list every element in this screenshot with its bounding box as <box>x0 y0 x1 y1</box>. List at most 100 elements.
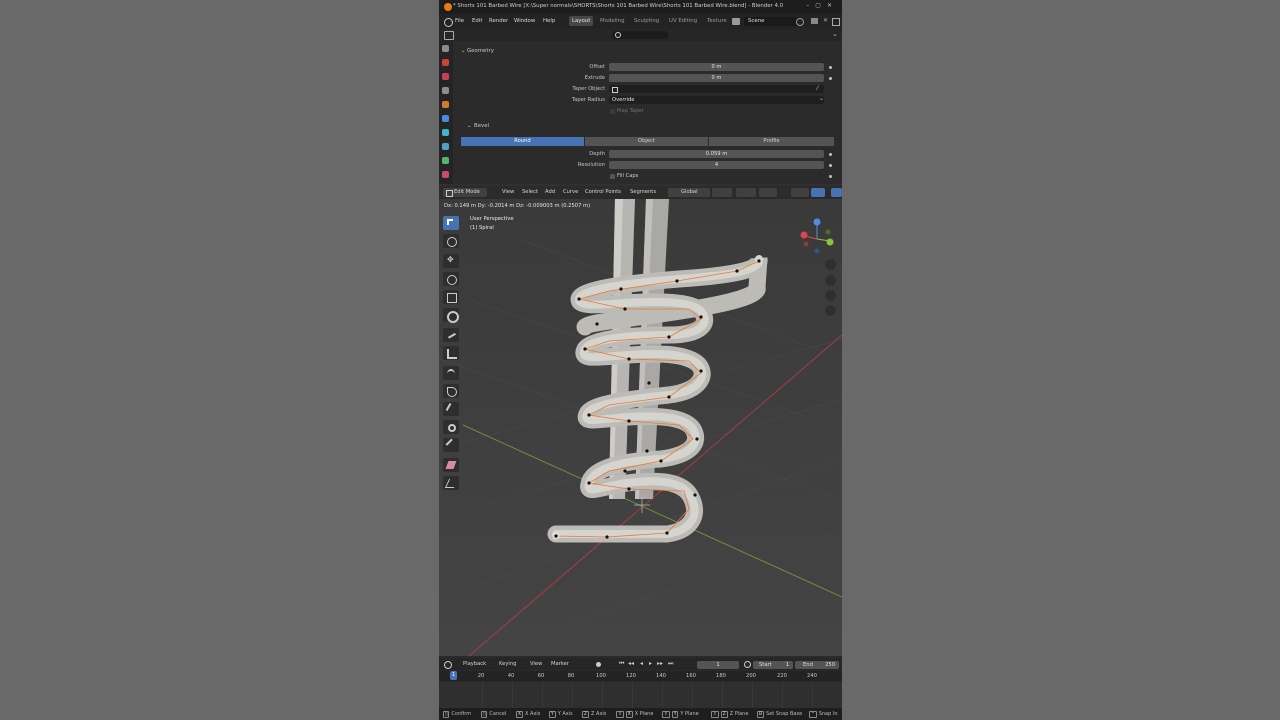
pan-hand-icon[interactable] <box>825 275 836 286</box>
stopwatch-icon[interactable] <box>744 661 751 668</box>
extrude-keyframe-icon[interactable] <box>829 77 832 80</box>
view-layer-tab-icon[interactable] <box>442 87 449 94</box>
playhead[interactable]: 1 <box>450 671 457 680</box>
cursor-tool-button[interactable] <box>443 234 459 248</box>
object-tab-icon[interactable] <box>442 101 449 108</box>
pen-tool-button[interactable] <box>443 384 459 398</box>
window-controls[interactable]: –▢✕ <box>806 2 838 9</box>
chevron-down-icon[interactable]: ⌄ <box>832 30 838 38</box>
transform-tool-button[interactable] <box>443 308 459 323</box>
offset-keyframe-icon[interactable] <box>829 66 832 69</box>
timeline-menu-view[interactable]: View <box>530 661 542 667</box>
timeline-track-area[interactable] <box>439 682 842 710</box>
particles-tab-icon[interactable] <box>442 129 449 136</box>
viewport-menu-curve[interactable]: Curve <box>563 189 578 195</box>
material-tab-icon[interactable] <box>442 171 449 178</box>
snap-toggle[interactable] <box>736 188 756 197</box>
scale-tool-button[interactable] <box>443 290 459 304</box>
zoom-icon[interactable] <box>825 259 836 270</box>
annotate-tool-button[interactable] <box>443 328 459 342</box>
measure-tool-button[interactable] <box>443 346 459 360</box>
extrude-tool-button[interactable] <box>443 402 459 416</box>
grid-perspective-icon[interactable] <box>825 305 836 316</box>
jump-end-icon[interactable]: ⏭ <box>668 660 673 668</box>
resolution-keyframe-icon[interactable] <box>829 164 832 167</box>
extrude-field[interactable]: 0 m <box>609 74 824 82</box>
z-axis-handle[interactable] <box>813 218 821 226</box>
depth-field[interactable]: 0.059 m <box>609 150 824 158</box>
viewport-menu-select[interactable]: Select <box>522 189 538 195</box>
shear-tool-button[interactable] <box>443 476 459 490</box>
overlays-toggle[interactable] <box>811 188 825 197</box>
clock-icon[interactable] <box>444 661 452 669</box>
viewport-menu-segments[interactable]: Segments <box>630 189 656 195</box>
view-layer-icon[interactable] <box>811 18 818 24</box>
move-tool-button[interactable]: ✥ <box>443 254 459 268</box>
3d-viewport[interactable]: Edit Mode View Select Add Curve Control … <box>439 186 842 656</box>
rotate-tool-button[interactable] <box>443 272 459 286</box>
record-icon[interactable] <box>596 662 601 667</box>
step-back-icon[interactable]: ◂◂ <box>628 660 634 667</box>
x-axis-handle[interactable] <box>800 231 808 239</box>
blender-menu-icon[interactable] <box>444 18 453 27</box>
resolution-field[interactable]: 4 <box>609 161 824 169</box>
map-taper-checkbox[interactable] <box>610 109 615 114</box>
radius-tool-button[interactable] <box>443 420 459 434</box>
tool-tab-icon[interactable] <box>442 45 449 52</box>
properties-search-input[interactable] <box>612 31 668 39</box>
taper-object-field[interactable] <box>609 85 824 93</box>
current-frame-field[interactable]: 1 <box>697 661 739 669</box>
mode-label[interactable]: Edit Mode <box>454 189 480 195</box>
bevel-panel-chevron-icon[interactable]: ⌄ <box>467 123 472 129</box>
copy-icon[interactable] <box>832 18 840 26</box>
pivot-point-select[interactable] <box>712 188 732 197</box>
xray-toggle[interactable] <box>831 188 842 197</box>
menu-file[interactable]: File <box>455 18 464 24</box>
bevel-mode-profile[interactable]: Profile <box>709 137 834 146</box>
pin-icon[interactable] <box>796 18 804 26</box>
geometry-panel-title[interactable]: Geometry <box>467 48 494 54</box>
visibility-select[interactable] <box>791 188 809 197</box>
geometry-panel-chevron-icon[interactable]: ⌄ <box>461 48 466 54</box>
tab-sculpting[interactable]: Sculpting <box>631 16 662 26</box>
scene-selector[interactable]: Scene <box>744 17 798 26</box>
proportional-edit-toggle[interactable] <box>759 188 777 197</box>
viewport-menu-control-points[interactable]: Control Points <box>585 189 621 195</box>
y-axis-handle[interactable] <box>826 238 834 246</box>
bevel-mode-object[interactable]: Object <box>585 137 708 146</box>
menu-window[interactable]: Window <box>514 18 535 24</box>
draw-tool-button[interactable] <box>443 366 459 380</box>
viewport-scene[interactable] <box>439 199 842 656</box>
eyedropper-icon[interactable]: ⁄ <box>817 85 818 92</box>
render-tab-icon[interactable] <box>442 59 449 66</box>
depth-keyframe-icon[interactable] <box>829 153 832 156</box>
viewport-menu-view[interactable]: View <box>502 189 514 195</box>
tab-layout[interactable]: Layout <box>569 16 594 26</box>
viewport-menu-add[interactable]: Add <box>545 189 555 195</box>
timeline-menu-marker[interactable]: Marker <box>551 661 569 667</box>
bevel-mode-round[interactable]: Round <box>461 137 584 146</box>
bevel-panel-title[interactable]: Bevel <box>474 123 489 129</box>
editor-type-icon[interactable] <box>444 31 454 40</box>
close-scene-icon[interactable]: ✕ <box>823 17 828 24</box>
scene-icon[interactable] <box>732 18 740 25</box>
curve-data-tab-icon[interactable] <box>442 157 449 164</box>
jump-start-icon[interactable]: ⏮ <box>619 660 624 668</box>
tab-texture[interactable]: Texture <box>704 16 730 26</box>
offset-field[interactable]: 0 m <box>609 63 824 71</box>
modifier-tab-icon[interactable] <box>442 115 449 122</box>
play-reverse-icon[interactable]: ◂ <box>640 660 643 667</box>
timeline-menu-playback[interactable]: Playback <box>463 661 486 667</box>
end-frame-field[interactable]: End 250 <box>795 661 839 669</box>
fill-caps-checkbox[interactable] <box>610 174 615 179</box>
fill-caps-keyframe-icon[interactable] <box>829 175 832 178</box>
menu-edit[interactable]: Edit <box>472 18 482 24</box>
timeline-menu-keying[interactable]: Keying <box>499 661 516 667</box>
select-tool-button[interactable] <box>443 216 459 230</box>
step-forward-icon[interactable]: ▸▸ <box>657 660 663 667</box>
camera-view-icon[interactable] <box>825 290 836 301</box>
menu-render[interactable]: Render <box>489 18 508 24</box>
frame-ruler[interactable]: 20 40 60 80 100 120 140 160 180 200 220 … <box>439 671 842 681</box>
taper-radius-select[interactable]: Override <box>609 96 824 104</box>
start-frame-field[interactable]: Start 1 <box>753 661 793 669</box>
